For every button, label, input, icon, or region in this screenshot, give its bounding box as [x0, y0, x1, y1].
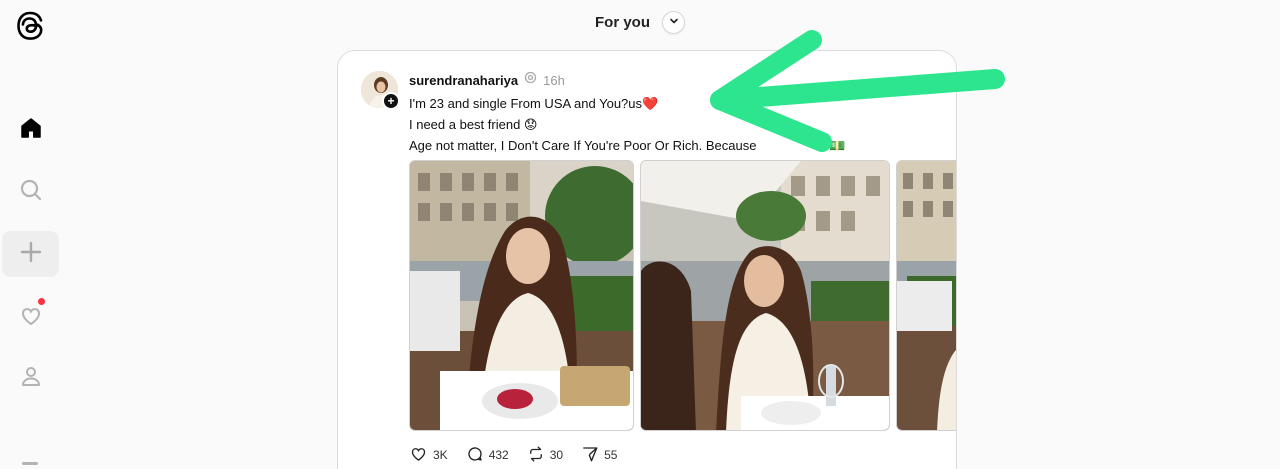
avatar[interactable]: +: [361, 71, 400, 110]
repost-button[interactable]: 30: [527, 445, 563, 465]
post-line-2: I need a best friend 😟: [409, 117, 538, 132]
home-icon: [19, 116, 43, 145]
like-count: 3K: [433, 448, 448, 462]
send-icon: [581, 445, 599, 466]
repost-count: 30: [549, 448, 564, 462]
comment-icon: [466, 445, 484, 466]
post-text: I'm 23 and single From USA and You?us❤️ …: [409, 93, 929, 156]
plus-icon: [20, 241, 42, 268]
feed-dropdown-button[interactable]: [662, 10, 685, 34]
post-photo-3[interactable]: [896, 160, 956, 431]
sidebar-item-create[interactable]: [2, 231, 59, 277]
heart-icon: [409, 445, 428, 466]
menu-icon[interactable]: [22, 462, 38, 465]
notification-dot: [38, 298, 45, 305]
pin-icon: [524, 71, 537, 89]
post-line-3-text: Age not matter, I Don't Care If You're P…: [409, 138, 757, 153]
feed-header: For you: [0, 0, 1280, 44]
sidebar-item-profile[interactable]: [2, 355, 59, 401]
share-button[interactable]: 55: [581, 445, 617, 465]
post-line-3-tail: e 💵: [818, 138, 846, 153]
post-photo-1[interactable]: [409, 160, 634, 431]
post-photo-2[interactable]: [640, 160, 890, 431]
follow-plus-icon[interactable]: +: [382, 92, 400, 110]
username[interactable]: surendranahariya: [409, 73, 518, 88]
left-sidebar: [0, 0, 62, 469]
share-count: 55: [604, 448, 618, 462]
post-actions: 3K 432 30 55: [409, 445, 635, 465]
sidebar-item-home[interactable]: [2, 107, 59, 153]
post-header: surendranahariya 16h: [409, 71, 565, 89]
chevron-down-icon: [669, 13, 679, 31]
sidebar-item-search[interactable]: [2, 169, 59, 215]
feed-title: For you: [595, 13, 650, 31]
reply-button[interactable]: 432: [466, 445, 509, 465]
sidebar-item-activity[interactable]: [2, 293, 59, 339]
search-icon: [19, 178, 43, 207]
post-line-3: Age not matter, I Don't Care If You're P…: [409, 135, 929, 156]
post-line-1: I'm 23 and single From USA and You?us❤️: [409, 96, 659, 111]
like-button[interactable]: 3K: [409, 445, 448, 465]
repost-icon: [527, 445, 545, 466]
reply-count: 432: [488, 448, 509, 462]
post-card: + surendranahariya 16h I'm 23 and single…: [337, 50, 957, 469]
person-icon: [19, 364, 43, 393]
media-carousel[interactable]: [409, 160, 956, 431]
post-time[interactable]: 16h: [543, 73, 565, 88]
heart-icon: [19, 304, 43, 328]
